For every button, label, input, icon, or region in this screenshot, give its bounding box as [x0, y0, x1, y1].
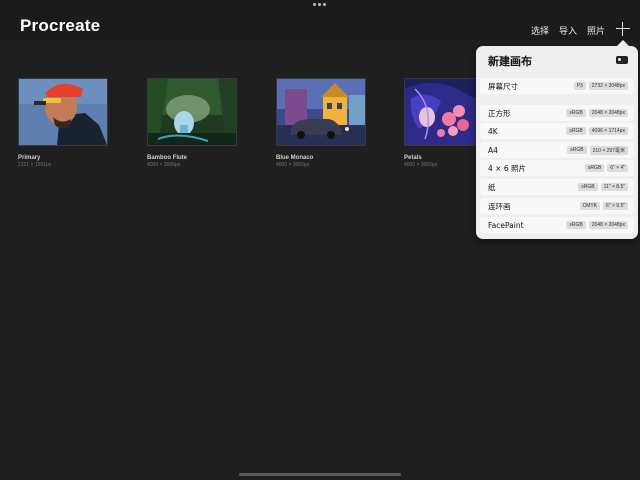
select-button[interactable]: 选择 [531, 24, 549, 37]
artwork-thumbnail-image [148, 79, 236, 145]
home-indicator[interactable] [239, 473, 401, 476]
color-profile-badge: sRGB [567, 146, 587, 154]
artwork-thumbnail-image [277, 79, 365, 145]
canvas-preset-name: FacePaint [488, 220, 524, 230]
artwork-item[interactable]: Bamboo Flute 4000 × 3000px [147, 78, 237, 168]
app-title: Procreate [20, 16, 101, 35]
canvas-preset-4x6-photo[interactable]: 4 × 6 照片 sRGB 6" × 4" [480, 160, 634, 176]
canvas-preset-name: 纸 [488, 182, 496, 192]
toolbar-actions: 选择 导入 照片 [531, 24, 605, 37]
artwork-title: Primary [18, 155, 41, 161]
color-profile-badge: sRGB [566, 109, 586, 117]
artwork-title: Bamboo Flute [147, 155, 187, 161]
canvas-dimensions-badge: 6" × 9.5" [603, 202, 628, 210]
new-canvas-popover: 新建画布 屏幕尺寸 P3 2732 × 2048px 正方形 sRGB 2048… [476, 40, 638, 239]
plus-icon[interactable] [616, 22, 630, 36]
canvas-preset-comic[interactable]: 连环画 CMYK 6" × 9.5" [480, 198, 634, 214]
artwork-thumbnail[interactable] [147, 78, 237, 146]
color-profile-badge: sRGB [578, 183, 598, 191]
artwork-thumbnail[interactable] [276, 78, 366, 146]
canvas-preset-name: 正方形 [488, 108, 511, 118]
canvas-dimensions-badge: 11" × 8.5" [600, 183, 628, 191]
color-profile-badge: sRGB [566, 127, 586, 135]
artwork-thumbnail-image [19, 79, 107, 145]
artwork-title: Blue Monaco [276, 155, 314, 161]
canvas-preset-name: 4 × 6 照片 [488, 163, 526, 173]
color-profile-badge: CMYK [579, 202, 601, 210]
canvas-preset-square[interactable]: 正方形 sRGB 2048 × 2048px [480, 105, 634, 121]
import-button[interactable]: 导入 [559, 24, 577, 37]
color-profile-badge: sRGB [584, 164, 605, 172]
canvas-preset-name: 连环画 [488, 201, 511, 211]
color-profile-badge: sRGB [566, 221, 586, 229]
canvas-dimensions-badge: 6" × 4" [607, 164, 628, 172]
artwork-size: 2121 × 1591px [18, 162, 52, 168]
top-bar: Procreate 选择 导入 照片 [0, 0, 640, 40]
canvas-preset-paper[interactable]: 纸 sRGB 11" × 8.5" [480, 179, 634, 195]
artwork-item[interactable]: Blue Monaco 4000 × 3000px [276, 78, 366, 168]
canvas-dimensions-badge: 2048 × 2048px [588, 221, 628, 229]
canvas-dimensions-badge: 210 × 297毫米 [589, 145, 628, 155]
artwork-thumbnail[interactable] [18, 78, 108, 146]
artwork-item[interactable]: Primary 2121 × 1591px [18, 78, 108, 168]
new-canvas-title: 新建画布 [488, 55, 532, 68]
artwork-size: 4000 × 3000px [147, 162, 181, 168]
photos-button[interactable]: 照片 [587, 24, 605, 37]
artwork-size: 4000 × 3000px [276, 162, 310, 168]
canvas-preset-a4[interactable]: A4 sRGB 210 × 297毫米 [480, 142, 634, 158]
canvas-preset-name: A4 [488, 145, 498, 155]
canvas-preset-name: 4K [488, 126, 498, 136]
canvas-dimensions-badge: 2732 × 2048px [588, 82, 628, 90]
canvas-dimensions-badge: 4096 × 1714px [588, 127, 628, 135]
canvas-preset-4k[interactable]: 4K sRGB 4096 × 1714px [480, 123, 634, 139]
multitasking-dots-icon[interactable] [313, 3, 326, 6]
canvas-preset-name: 屏幕尺寸 [488, 81, 518, 91]
canvas-dimensions-badge: 2048 × 2048px [588, 109, 628, 117]
canvas-preset-screen-size[interactable]: 屏幕尺寸 P3 2732 × 2048px [480, 78, 634, 94]
canvas-preset-facepaint[interactable]: FacePaint sRGB 2048 × 2048px [480, 217, 634, 233]
color-profile-badge: P3 [573, 82, 586, 90]
custom-canvas-icon[interactable] [616, 56, 628, 64]
